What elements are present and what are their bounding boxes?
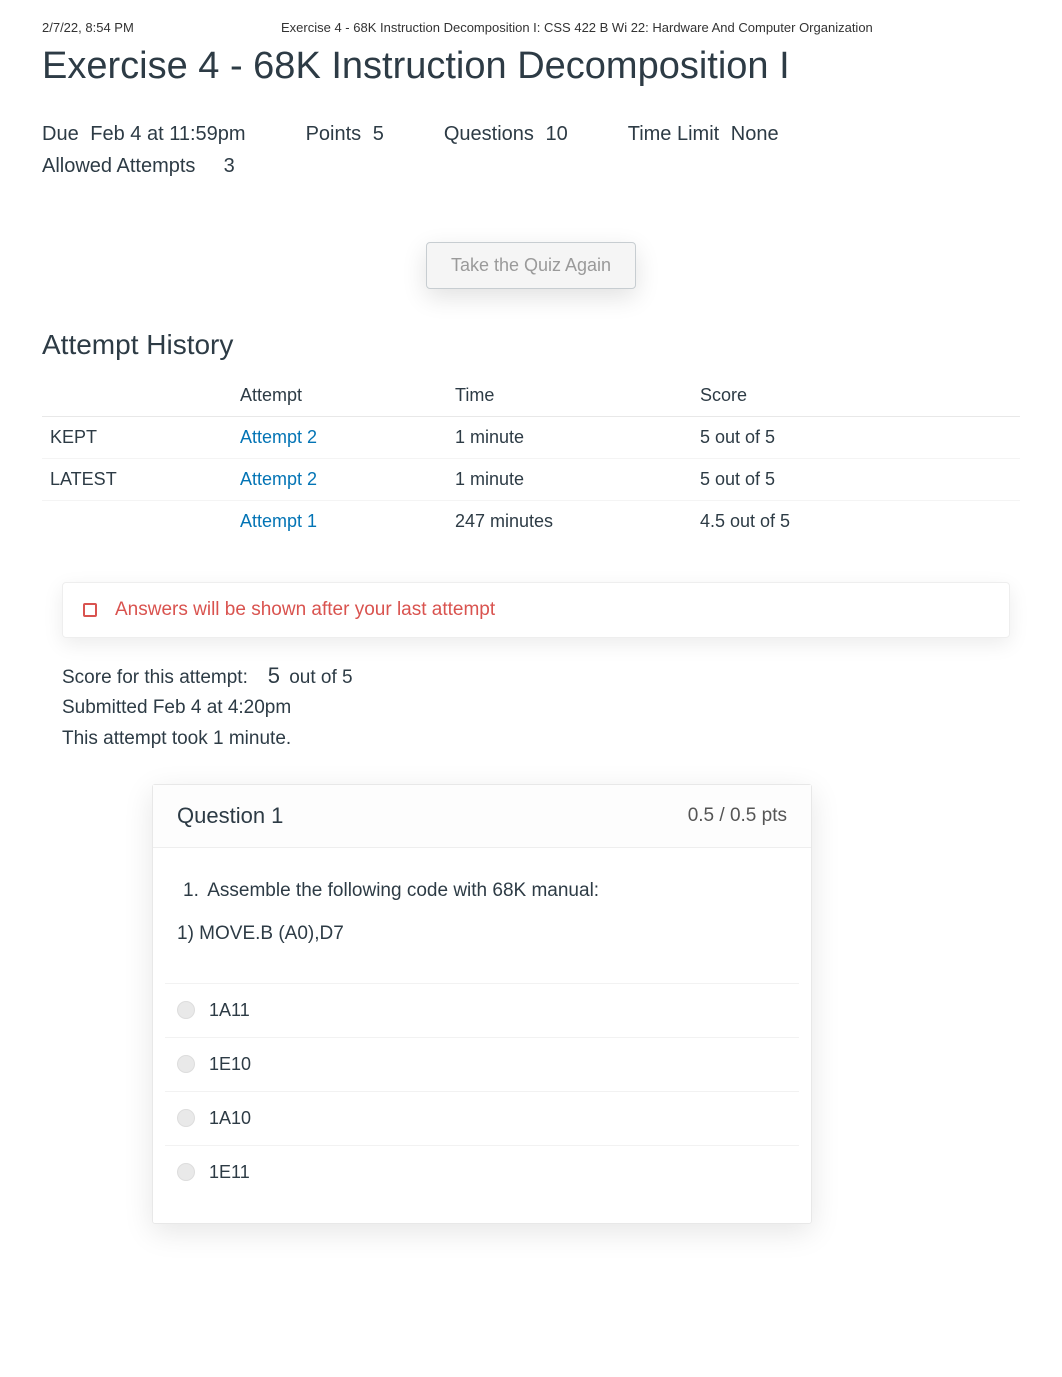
- row-time: 247 minutes: [447, 501, 692, 543]
- col-blank: [42, 375, 232, 417]
- print-header: 2/7/22, 8:54 PM Exercise 4 - 68K Instruc…: [42, 20, 1020, 35]
- question-title: Question 1: [177, 803, 283, 829]
- row-time: 1 minute: [447, 417, 692, 459]
- prompt-number: 1.: [183, 876, 203, 906]
- row-score: 5 out of 5: [692, 459, 1020, 501]
- col-time: Time: [447, 375, 692, 417]
- row-tag: LATEST: [42, 459, 232, 501]
- score-value: 5: [264, 663, 284, 688]
- answer-option[interactable]: 1E10: [165, 1037, 799, 1091]
- row-score: 5 out of 5: [692, 417, 1020, 459]
- row-tag: [42, 501, 232, 543]
- points-item: Points 5: [306, 118, 384, 150]
- allowed-attempts-value: 3: [224, 155, 235, 177]
- answer-text: 1A10: [209, 1108, 251, 1129]
- allowed-attempts-item: Allowed Attempts 3: [42, 155, 235, 177]
- due-item: Due Feb 4 at 11:59pm: [42, 118, 246, 150]
- table-row: KEPT Attempt 2 1 minute 5 out of 5: [42, 417, 1020, 459]
- radio-icon: [177, 1055, 195, 1073]
- radio-icon: [177, 1001, 195, 1019]
- points-value: 5: [373, 123, 384, 145]
- question-points: 0.5 / 0.5 pts: [688, 805, 787, 827]
- submitted-text: Submitted Feb 4 at 4:20pm: [62, 693, 1020, 723]
- attempt-link[interactable]: Attempt 2: [240, 427, 317, 447]
- score-summary: Score for this attempt: 5 out of 5 Submi…: [62, 658, 1020, 754]
- attempt-link[interactable]: Attempt 2: [240, 469, 317, 489]
- answer-text: 1A11: [209, 1000, 250, 1021]
- questions-value: 10: [545, 123, 567, 145]
- questions-item: Questions 10: [444, 118, 568, 150]
- row-tag: KEPT: [42, 417, 232, 459]
- quiz-meta: Due Feb 4 at 11:59pm Points 5 Questions …: [42, 108, 1020, 192]
- answer-text: 1E10: [209, 1054, 251, 1075]
- page-title: Exercise 4 - 68K Instruction Decompositi…: [42, 45, 1020, 88]
- print-doc-title: Exercise 4 - 68K Instruction Decompositi…: [134, 20, 1020, 35]
- points-label: Points: [306, 123, 362, 145]
- row-score: 4.5 out of 5: [692, 501, 1020, 543]
- info-icon: [83, 603, 97, 617]
- time-limit-item: Time Limit None: [628, 118, 779, 150]
- question-body: 1. Assemble the following code with 68K …: [153, 848, 811, 983]
- due-value: Feb 4 at 11:59pm: [90, 123, 245, 145]
- attempt-history-table: Attempt Time Score KEPT Attempt 2 1 minu…: [42, 375, 1020, 542]
- question-subtext: 1) MOVE.B (A0),D7: [177, 919, 787, 949]
- score-suffix: out of 5: [289, 667, 352, 688]
- due-label: Due: [42, 123, 79, 145]
- col-score: Score: [692, 375, 1020, 417]
- answer-option[interactable]: 1E11: [165, 1145, 799, 1199]
- question-card: Question 1 0.5 / 0.5 pts 1. Assemble the…: [152, 784, 812, 1224]
- time-limit-label: Time Limit: [628, 123, 719, 145]
- col-attempt: Attempt: [232, 375, 447, 417]
- table-row: Attempt 1 247 minutes 4.5 out of 5: [42, 501, 1020, 543]
- radio-icon: [177, 1109, 195, 1127]
- row-time: 1 minute: [447, 459, 692, 501]
- prompt-text: Assemble the following code with 68K man…: [207, 880, 599, 901]
- notice-box: Answers will be shown after your last at…: [62, 582, 1010, 638]
- time-limit-value: None: [731, 123, 779, 145]
- take-quiz-again-button[interactable]: Take the Quiz Again: [426, 242, 636, 289]
- notice-text: Answers will be shown after your last at…: [115, 599, 495, 621]
- questions-label: Questions: [444, 123, 534, 145]
- print-timestamp: 2/7/22, 8:54 PM: [42, 20, 134, 35]
- allowed-attempts-label: Allowed Attempts: [42, 155, 195, 177]
- attempt-link[interactable]: Attempt 1: [240, 511, 317, 531]
- answer-option[interactable]: 1A10: [165, 1091, 799, 1145]
- duration-text: This attempt took 1 minute.: [62, 724, 1020, 754]
- attempt-history-title: Attempt History: [42, 329, 1020, 361]
- answer-option[interactable]: 1A11: [165, 983, 799, 1037]
- radio-icon: [177, 1163, 195, 1181]
- answer-text: 1E11: [209, 1162, 250, 1183]
- table-row: LATEST Attempt 2 1 minute 5 out of 5: [42, 459, 1020, 501]
- question-header: Question 1 0.5 / 0.5 pts: [153, 785, 811, 848]
- score-prefix: Score for this attempt:: [62, 667, 248, 688]
- answer-list: 1A11 1E10 1A10 1E11: [153, 983, 811, 1223]
